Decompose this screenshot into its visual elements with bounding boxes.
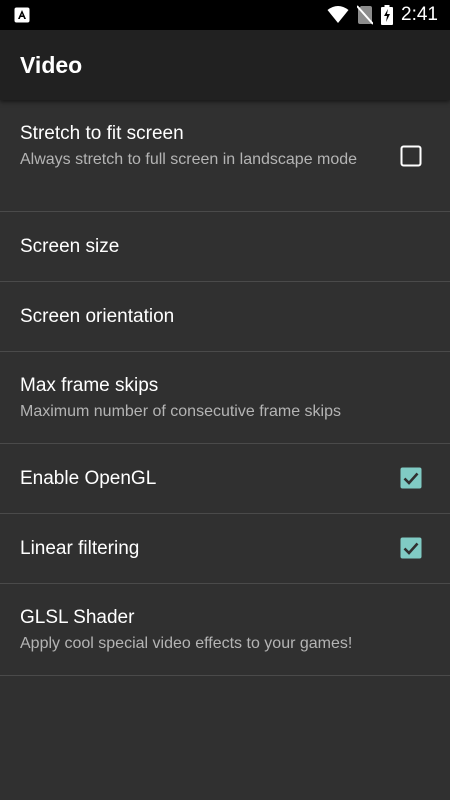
pref-summary: Apply cool special video effects to your… [20, 635, 353, 652]
status-time: 2:41 [401, 4, 438, 25]
status-bar: 2:41 [0, 0, 450, 30]
pref-title: Linear filtering [20, 538, 140, 559]
pref-screen-orientation[interactable]: Screen orientation [0, 282, 450, 352]
pref-max-frame-skips[interactable]: Max frame skips Maximum number of consec… [0, 352, 450, 444]
pref-summary: Maximum number of consecutive frame skip… [20, 403, 341, 420]
pref-title: Screen size [20, 236, 120, 257]
no-sim-icon [357, 5, 374, 25]
app-bar: Video [0, 30, 450, 100]
pref-title: Screen orientation [20, 306, 175, 327]
battery-charging-icon [381, 5, 394, 25]
pref-summary: Always stretch to full screen in landsca… [20, 151, 358, 168]
app-notification-icon [14, 7, 30, 23]
linear-filtering-checkbox[interactable] [400, 537, 422, 559]
pref-screen-size[interactable]: Screen size [0, 212, 450, 282]
pref-stretch-to-fit[interactable]: Stretch to fit screen Always stretch to … [0, 100, 450, 212]
pref-linear-filtering[interactable]: Linear filtering [0, 514, 450, 584]
pref-title: Stretch to fit screen [20, 123, 184, 144]
pref-glsl-shader[interactable]: GLSL Shader Apply cool special video eff… [0, 584, 450, 676]
page-title: Video [20, 52, 83, 78]
pref-title: Enable OpenGL [20, 468, 157, 489]
stretch-checkbox[interactable] [400, 145, 422, 167]
opengl-checkbox[interactable] [400, 467, 422, 489]
preference-list: Stretch to fit screen Always stretch to … [0, 100, 450, 676]
pref-title: GLSL Shader [20, 607, 135, 628]
pref-enable-opengl[interactable]: Enable OpenGL [0, 444, 450, 514]
wifi-icon [327, 6, 349, 23]
status-icons: 2:41 [319, 0, 438, 30]
pref-title: Max frame skips [20, 375, 159, 396]
